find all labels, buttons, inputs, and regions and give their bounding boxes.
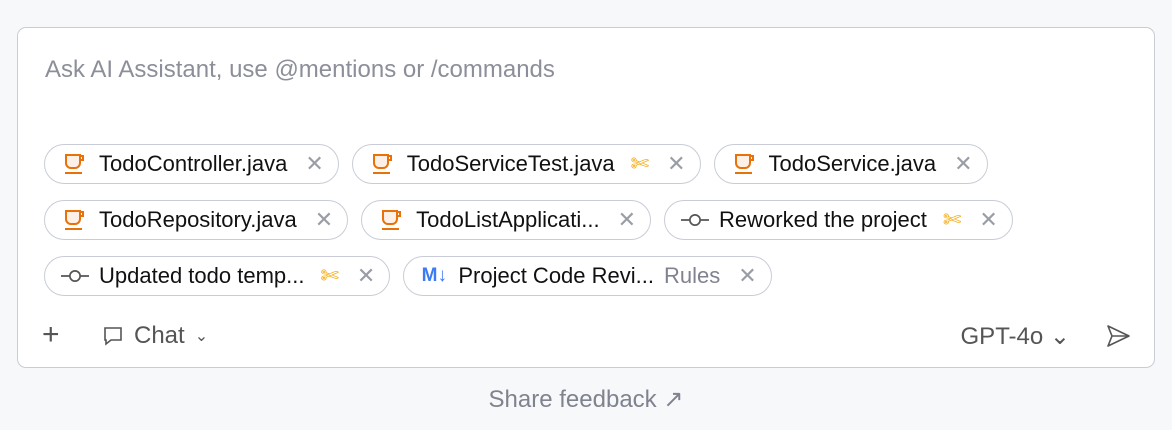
remove-chip-icon[interactable]: ✕	[979, 207, 997, 233]
remove-chip-icon[interactable]: ✕	[954, 151, 972, 177]
java-file-icon	[378, 208, 406, 232]
remove-chip-icon[interactable]: ✕	[738, 263, 756, 289]
prompt-input[interactable]: Ask AI Assistant, use @mentions or /comm…	[45, 56, 555, 84]
remove-chip-icon[interactable]: ✕	[305, 151, 323, 177]
context-chip[interactable]: Reworked the project ✄ ✕	[664, 200, 1013, 240]
chip-label: TodoServiceTest.java	[406, 151, 615, 176]
input-toolbar: + Chat ⌄ GPT-4o ⌄	[18, 318, 1154, 358]
scissors-icon: ✄	[320, 263, 339, 288]
context-chip[interactable]: Updated todo temp... ✄ ✕	[44, 256, 391, 296]
context-chip[interactable]: M↓ Project Code Revi... Rules ✕	[403, 256, 772, 296]
markdown-icon: M↓	[421, 265, 447, 286]
share-feedback-link[interactable]: Share feedback ↗	[0, 385, 1172, 414]
remove-chip-icon[interactable]: ✕	[357, 263, 375, 289]
chip-label: Reworked the project	[719, 207, 927, 232]
remove-chip-icon[interactable]: ✕	[618, 207, 636, 233]
chat-mode-dropdown[interactable]: Chat ⌄	[102, 322, 208, 350]
chip-label: TodoRepository.java	[99, 207, 297, 232]
scissors-icon: ✄	[942, 207, 962, 232]
java-file-icon	[731, 152, 759, 176]
context-chip[interactable]: TodoServiceTest.java ✄ ✕	[351, 144, 701, 184]
chip-label: Updated todo temp...	[99, 263, 305, 288]
ai-chat-input-card: Ask AI Assistant, use @mentions or /comm…	[17, 27, 1155, 368]
remove-chip-icon[interactable]: ✕	[667, 151, 685, 177]
chip-label: Project Code Revi...	[458, 263, 654, 288]
java-file-icon	[369, 152, 397, 176]
java-file-icon	[61, 208, 89, 232]
context-chip[interactable]: TodoListApplicati... ✕	[361, 200, 652, 240]
model-selector[interactable]: GPT-4o ⌄	[961, 322, 1070, 351]
chat-bubble-icon	[104, 327, 122, 346]
context-chip[interactable]: TodoRepository.java ✕	[44, 200, 349, 240]
chat-mode-label: Chat	[134, 322, 185, 349]
context-chip[interactable]: TodoController.java ✕	[44, 144, 339, 184]
chip-label: TodoController.java	[99, 151, 288, 176]
scissors-icon: ✄	[630, 151, 650, 176]
add-context-button[interactable]: +	[42, 318, 60, 352]
chip-type-label: Rules	[663, 263, 721, 288]
chip-label: TodoListApplicati...	[416, 207, 600, 232]
context-chips: TodoController.java ✕ TodoServiceTest.java…	[44, 144, 1144, 296]
send-icon	[1107, 325, 1130, 347]
context-chip[interactable]: TodoService.java ✕	[713, 144, 988, 184]
chip-label: TodoService.java	[768, 151, 937, 176]
remove-chip-icon[interactable]: ✕	[315, 207, 333, 233]
commit-icon	[61, 268, 89, 284]
chevron-down-icon: ⌄	[194, 328, 209, 345]
commit-icon	[681, 212, 710, 228]
send-button[interactable]	[1104, 322, 1132, 355]
java-file-icon	[61, 152, 89, 176]
